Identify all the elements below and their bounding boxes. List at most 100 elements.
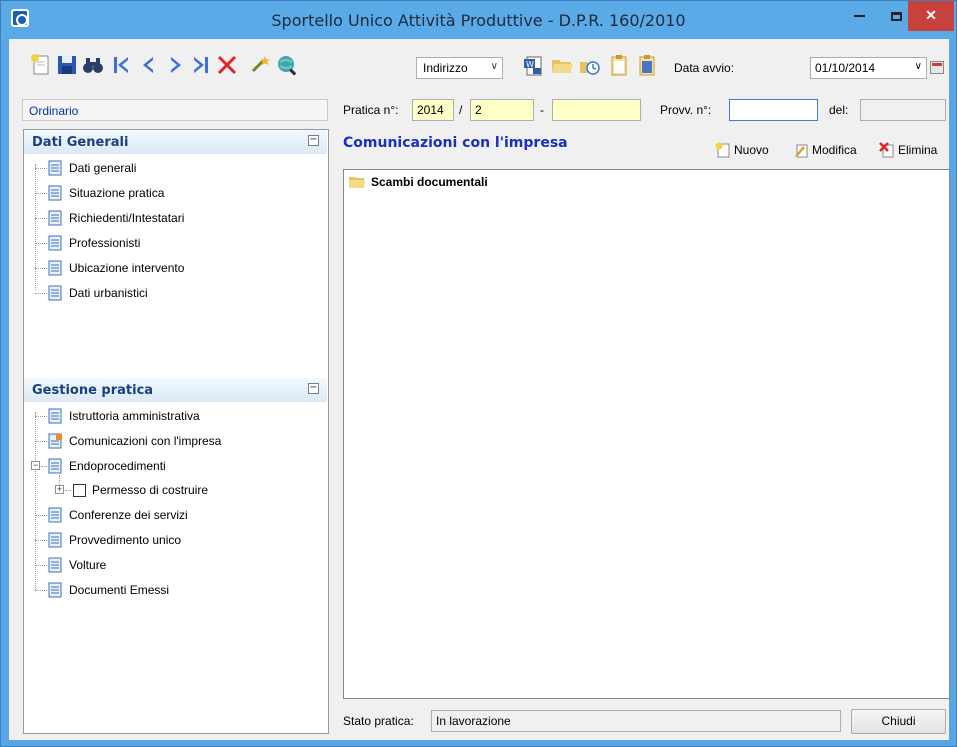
word-document-icon[interactable]: W <box>521 53 545 77</box>
pratica-label: Pratica n°: <box>343 103 399 117</box>
window-title: Sportello Unico Attività Produttive - D.… <box>271 11 686 30</box>
document-icon <box>48 235 62 251</box>
client-area: Indirizzo ∨ W Data avvio: 01/10/2014 ∨ O… <box>9 39 950 740</box>
tree-item-label: Ubicazione intervento <box>69 261 185 275</box>
first-record-icon[interactable] <box>109 53 133 77</box>
binoculars-icon[interactable] <box>81 53 105 77</box>
clipboard-icon[interactable] <box>607 53 631 77</box>
delete-item-icon <box>879 142 894 158</box>
checkbox[interactable] <box>73 483 86 497</box>
tree-item-label: Dati generali <box>69 161 137 175</box>
title-bar[interactable]: Sportello Unico Attività Produttive - D.… <box>1 1 956 39</box>
tree-item-label: Volture <box>69 558 107 572</box>
clipboard-check-icon[interactable] <box>635 53 659 77</box>
edit-button-label: Modifica <box>812 143 857 157</box>
wand-icon[interactable] <box>249 53 273 77</box>
new-button[interactable]: Nuovo <box>715 142 769 158</box>
calendar-icon[interactable] <box>930 61 944 74</box>
tree-item-label: Permesso di costruire <box>92 483 209 497</box>
data-avvio-field[interactable]: 01/10/2014 ∨ <box>810 57 927 79</box>
group-header-gestione-pratica[interactable]: Gestione pratica − <box>24 378 327 402</box>
document-icon <box>48 582 62 598</box>
chevron-down-icon[interactable]: ∨ <box>915 61 922 72</box>
document-icon <box>48 532 62 548</box>
tree-item-permesso-costruire[interactable]: Permesso di costruire <box>65 480 208 500</box>
group-title: Gestione pratica <box>32 383 154 398</box>
toolbar: Indirizzo ∨ W Data avvio: 01/10/2014 ∨ <box>9 39 949 87</box>
expand-node-icon[interactable]: + <box>55 485 64 494</box>
tree-item-professionisti[interactable]: Professionisti <box>35 233 140 253</box>
tree-item-label: Dati urbanistici <box>69 286 148 300</box>
tree-item-label: Professionisti <box>69 236 141 250</box>
del-label: del: <box>829 103 849 117</box>
tree-item-documenti-emessi[interactable]: Documenti Emessi <box>35 580 169 600</box>
collapse-node-icon[interactable]: − <box>31 461 40 470</box>
tree-item-label: Documenti Emessi <box>69 583 170 597</box>
group-header-dati-generali[interactable]: Dati Generali − <box>24 130 327 154</box>
tree-item-conferenze[interactable]: Conferenze dei servizi <box>35 505 188 525</box>
delete-button-label: Elimina <box>898 143 938 157</box>
tree-item-label: Conferenze dei servizi <box>69 508 188 522</box>
data-avvio-label: Data avvio: <box>674 61 735 75</box>
folder-item[interactable]: Scambi documentali <box>349 175 488 189</box>
save-icon[interactable] <box>55 53 79 77</box>
application-window: Sportello Unico Attività Produttive - D.… <box>0 0 957 747</box>
edit-icon <box>795 144 808 158</box>
edit-button[interactable]: Modifica <box>793 142 857 158</box>
open-folder-icon[interactable] <box>550 53 574 77</box>
document-icon <box>48 260 62 276</box>
delete-button[interactable]: Elimina <box>879 142 937 158</box>
history-icon[interactable] <box>578 53 602 77</box>
delete-icon[interactable] <box>215 53 239 77</box>
new-button-label: Nuovo <box>734 143 769 157</box>
next-record-icon[interactable] <box>163 53 187 77</box>
document-icon <box>48 507 62 523</box>
tree-item-label: Richiedenti/Intestatari <box>69 211 185 225</box>
chevron-down-icon: ∨ <box>490 61 498 72</box>
document-icon <box>48 458 62 474</box>
section-title: Comunicazioni con l'impresa <box>343 135 568 151</box>
search-globe-icon[interactable] <box>275 53 299 77</box>
pratica-suffix-field[interactable] <box>552 99 641 121</box>
tree-item-label: Istruttoria amministrativa <box>69 409 200 423</box>
tree-item-ubicazione[interactable]: Ubicazione intervento <box>35 258 184 278</box>
document-icon <box>48 210 62 226</box>
tree-item-label: Endoprocedimenti <box>69 459 166 473</box>
last-record-icon[interactable] <box>189 53 213 77</box>
document-alert-icon <box>48 433 62 449</box>
maximize-icon <box>890 11 902 21</box>
provv-number-field[interactable] <box>729 99 818 121</box>
tree-item-comunicazioni[interactable]: Comunicazioni con l'impresa <box>35 431 221 451</box>
tree-item-istruttoria[interactable]: Istruttoria amministrativa <box>35 406 200 426</box>
document-icon <box>48 160 62 176</box>
tree-item-situazione-pratica[interactable]: Situazione pratica <box>35 183 164 203</box>
tree-item-label: Provvedimento unico <box>69 533 182 547</box>
del-date-field[interactable] <box>860 99 946 121</box>
search-field-value: Indirizzo <box>423 61 468 75</box>
folder-label: Scambi documentali <box>371 175 488 189</box>
collapse-icon[interactable]: − <box>308 135 319 146</box>
data-avvio-value: 01/10/2014 <box>815 61 876 75</box>
close-button[interactable]: Chiudi <box>851 709 946 734</box>
pratica-number-field[interactable]: 2 <box>470 99 534 121</box>
folder-icon <box>349 177 365 188</box>
close-window-button[interactable]: ✕ <box>908 1 954 31</box>
tree-item-provvedimento[interactable]: Provvedimento unico <box>35 530 181 550</box>
document-icon <box>48 408 62 424</box>
previous-record-icon[interactable] <box>137 53 161 77</box>
document-icon <box>48 557 62 573</box>
new-item-icon <box>715 142 730 158</box>
new-document-icon[interactable] <box>29 53 53 77</box>
content-tree[interactable]: Scambi documentali <box>343 169 950 699</box>
search-field-select[interactable]: Indirizzo ∨ <box>416 57 503 79</box>
tree-item-richiedenti[interactable]: Richiedenti/Intestatari <box>35 208 184 228</box>
collapse-icon[interactable]: − <box>308 383 319 394</box>
pratica-year-field[interactable]: 2014 <box>412 99 454 121</box>
tree-item-volture[interactable]: Volture <box>35 555 106 575</box>
tree-item-endoprocedimenti[interactable]: Endoprocedimenti <box>41 456 166 476</box>
group-title: Dati Generali <box>32 135 129 150</box>
tree-item-label: Situazione pratica <box>69 186 165 200</box>
status-label: Stato pratica: <box>343 714 414 728</box>
tree-item-dati-generali[interactable]: Dati generali <box>35 158 136 178</box>
tree-item-dati-urbanistici[interactable]: Dati urbanistici <box>35 283 148 303</box>
